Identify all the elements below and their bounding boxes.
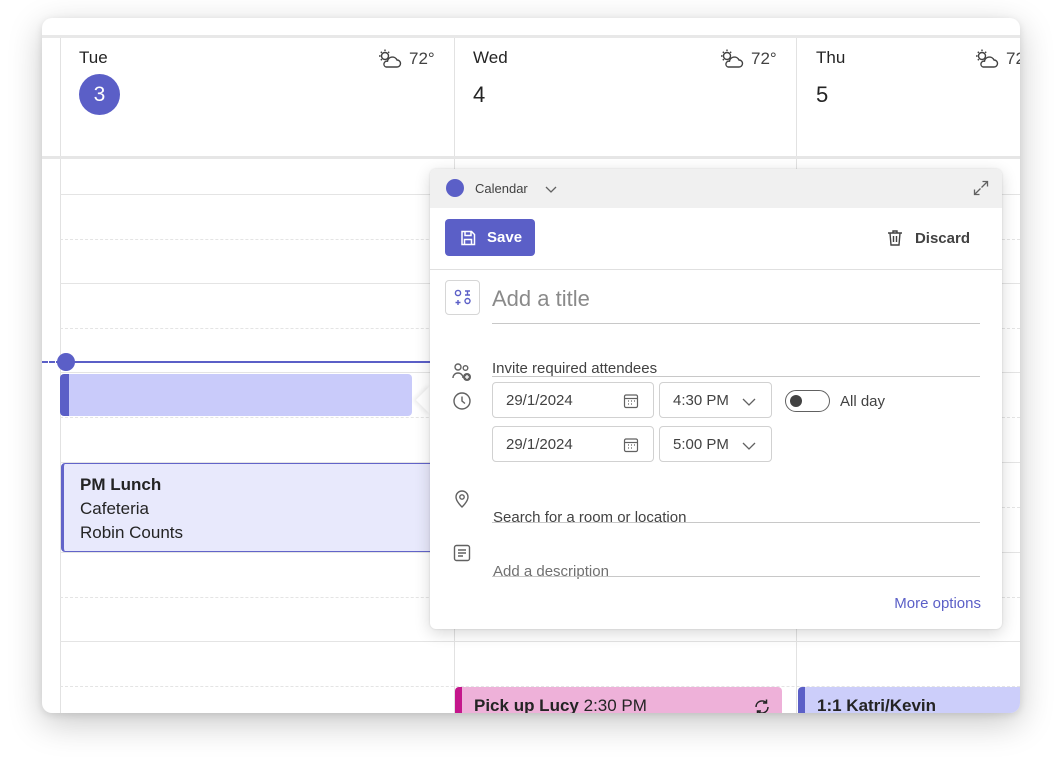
current-time-dot	[57, 353, 75, 371]
clock-icon	[453, 392, 471, 410]
end-time-value: 5:00 PM	[673, 435, 729, 453]
header-divider	[42, 156, 1020, 159]
end-time-dropdown[interactable]: 5:00 PM	[659, 426, 772, 462]
temperature: 72°	[1006, 49, 1020, 68]
day-name: Wed	[473, 48, 508, 67]
save-icon	[461, 230, 476, 245]
description-icon	[453, 544, 471, 562]
attendees-input[interactable]: Invite required attendees	[492, 360, 657, 377]
start-time-dropdown[interactable]: 4:30 PM	[659, 382, 772, 418]
calendar-icon[interactable]	[622, 436, 640, 454]
description-input[interactable]: Add a description	[493, 563, 609, 580]
weather-forecast: 72°	[377, 48, 435, 70]
calendar-icon[interactable]	[622, 392, 640, 410]
temperature: 72°	[751, 49, 777, 68]
expand-icon[interactable]	[972, 179, 990, 197]
weather-forecast: 72°	[974, 48, 1020, 70]
day-header-tue[interactable]: Tue 3 72°	[79, 48, 439, 148]
location-icon	[455, 490, 469, 508]
location-input[interactable]: Search for a room or location	[493, 509, 686, 526]
start-date-value: 29/1/2024	[506, 391, 573, 409]
start-time-value: 4:30 PM	[673, 391, 729, 409]
day-name: Tue	[79, 48, 108, 67]
discard-label: Discard	[914, 229, 970, 247]
chevron-down-icon	[742, 442, 756, 450]
save-button[interactable]: Save	[445, 219, 535, 256]
event-category-button[interactable]	[445, 280, 480, 315]
draft-event[interactable]	[60, 374, 412, 416]
trash-icon	[887, 230, 902, 246]
event-time: 2:30 PM	[583, 696, 647, 713]
discard-button[interactable]: Discard	[885, 228, 970, 248]
end-date-value: 29/1/2024	[506, 435, 573, 453]
popup-header: Calendar	[430, 169, 1002, 208]
partly-sunny-icon	[379, 49, 402, 68]
description-underline	[492, 576, 980, 577]
toolbar-divider	[430, 269, 1002, 270]
top-divider	[42, 35, 1020, 38]
add-people-icon	[452, 363, 471, 381]
end-date-field[interactable]: 29/1/2024	[492, 426, 654, 462]
more-options-link[interactable]: More options	[894, 595, 981, 612]
calendar-selector-label[interactable]: Calendar	[475, 181, 528, 196]
event-title: PM Lunch	[80, 475, 162, 494]
event-title: 1:1 Katri/Kevin	[817, 696, 937, 713]
start-date-field[interactable]: 29/1/2024	[492, 382, 654, 418]
calendar-window: Tue 3 72° Wed 4 72° Thu 5 7 PM Lunch Caf…	[42, 18, 1020, 713]
event-location: Cafeteria	[80, 499, 149, 518]
event-pm-lunch[interactable]: PM Lunch Cafeteria Robin Counts	[61, 463, 461, 552]
event-organizer: Robin Counts	[80, 523, 184, 542]
save-label: Save	[487, 229, 523, 246]
partly-sunny-icon	[721, 49, 744, 68]
chevron-down-icon[interactable]	[543, 181, 559, 197]
today-date-badge: 3	[79, 74, 120, 115]
day-number: 4	[473, 82, 486, 107]
all-day-label: All day	[840, 393, 886, 410]
location-underline	[492, 522, 980, 523]
new-event-popup: Calendar Save Discard Add a title Invite…	[430, 169, 1002, 629]
day-name: Thu	[816, 48, 846, 67]
hour-line	[60, 641, 1020, 642]
attendees-underline	[492, 376, 980, 377]
day-number: 5	[816, 82, 829, 107]
partly-sunny-icon	[976, 49, 999, 68]
event-title: Pick up Lucy	[474, 696, 579, 713]
toggle-knob	[790, 395, 802, 407]
chevron-down-icon	[742, 398, 756, 406]
title-underline	[492, 323, 980, 324]
temperature: 72°	[409, 49, 435, 68]
category-icon	[454, 289, 471, 305]
day-header-wed[interactable]: Wed 4 72°	[473, 48, 793, 148]
current-time-line	[66, 361, 436, 363]
day-header-thu[interactable]: Thu 5 72°	[816, 48, 1020, 148]
weather-forecast: 72°	[719, 48, 777, 70]
recurring-icon	[755, 699, 769, 713]
calendar-color-dot	[446, 179, 464, 197]
all-day-toggle[interactable]	[785, 390, 830, 412]
event-katri-kevin[interactable]: 1:1 Katri/Kevin	[798, 687, 1020, 713]
event-pick-up-lucy[interactable]: Pick up Lucy 2:30 PM	[455, 687, 782, 713]
title-input[interactable]: Add a title	[492, 286, 590, 312]
